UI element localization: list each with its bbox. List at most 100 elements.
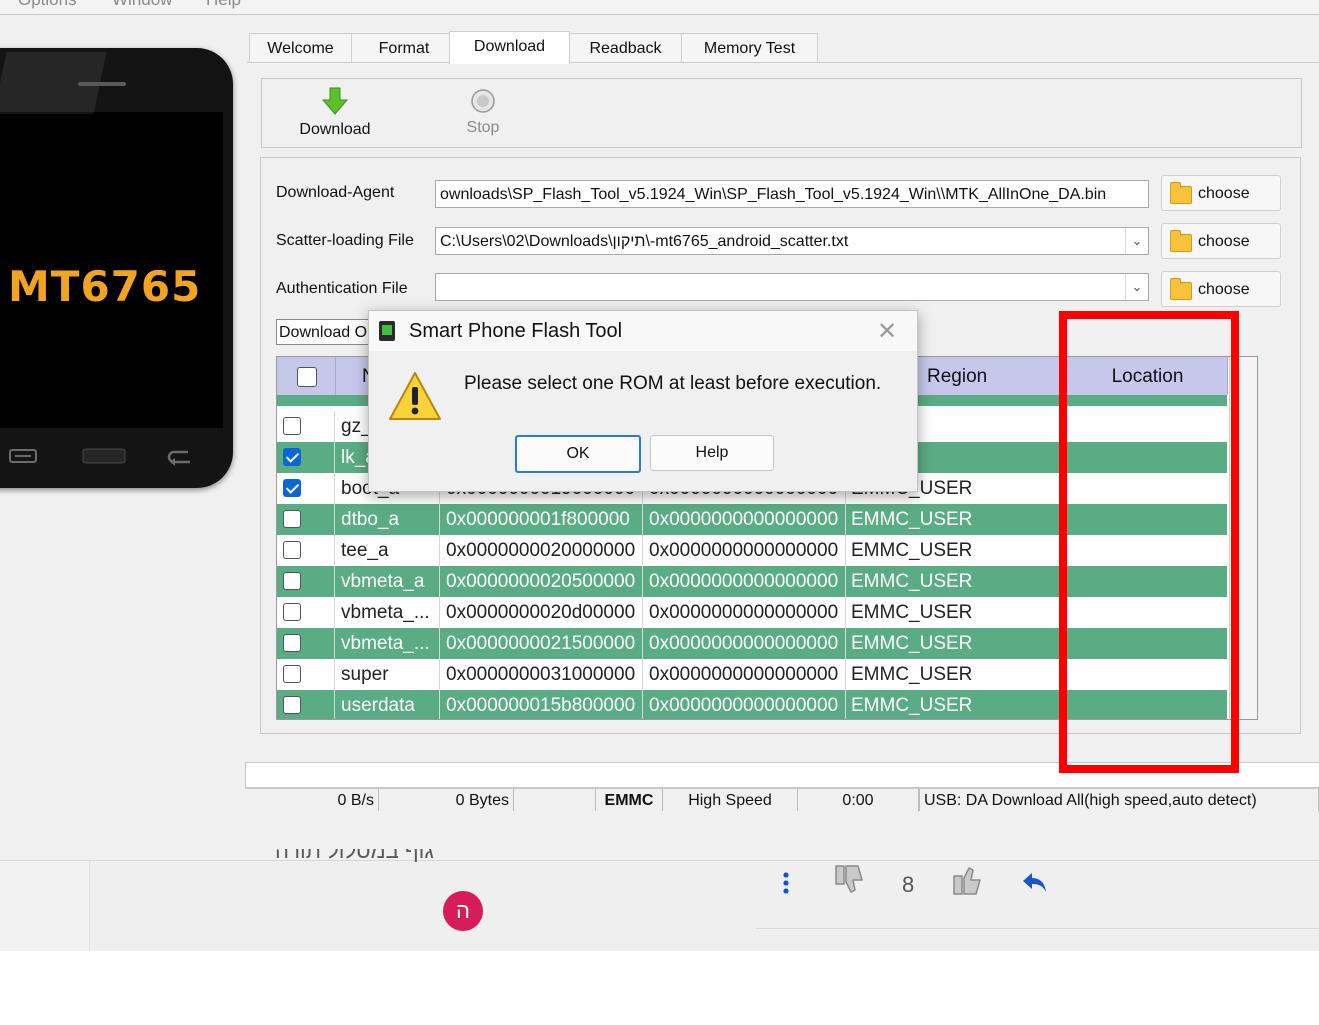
phone-speaker [78, 82, 126, 86]
header-select-all[interactable] [277, 357, 336, 395]
choose-label: choose [1198, 233, 1250, 250]
row-checkbox[interactable] [283, 603, 301, 621]
help-button[interactable]: Help [650, 435, 774, 471]
row-checkbox[interactable] [283, 448, 301, 466]
row-select-cell[interactable] [277, 690, 335, 719]
cell-begin: 0x0000000020000000 [441, 535, 643, 566]
download-agent-field[interactable]: ownloads\SP_Flash_Tool_v5.1924_Win\SP_Fl… [435, 180, 1149, 208]
status-bytes: 0 Bytes [380, 789, 514, 811]
stop-button-label: Stop [466, 119, 500, 136]
status-spacer [515, 789, 596, 811]
scatter-file-label: Scatter-loading File [276, 232, 414, 249]
tab-welcome[interactable]: Welcome [249, 33, 352, 63]
avatar[interactable]: ה [443, 891, 483, 931]
stop-button[interactable]: Stop [448, 88, 518, 142]
cell-name: tee_a [336, 535, 440, 566]
status-mode: High Speed [663, 789, 798, 811]
cell-end: 0x0000000000000000 [644, 535, 846, 566]
more-options-icon[interactable] [778, 870, 794, 898]
forum-sidebar [0, 861, 90, 951]
forum-post-title: גוף במסלול תורה [275, 849, 434, 863]
reply-icon[interactable] [1020, 870, 1050, 896]
cell-name: super [336, 659, 440, 690]
select-all-checkbox[interactable] [297, 367, 317, 387]
dialog-title: Smart Phone Flash Tool [409, 320, 623, 342]
cell-region: EMMC_USER [847, 659, 1067, 690]
folder-icon [1170, 230, 1192, 252]
status-storage: EMMC [596, 789, 663, 811]
choose-label: choose [1198, 281, 1250, 298]
cell-region: EMMC_USER [847, 504, 1067, 535]
row-select-cell[interactable] [277, 628, 335, 659]
stop-icon [471, 89, 495, 113]
status-time: 0:00 [798, 789, 919, 811]
download-button-label: Download [299, 121, 371, 138]
tab-readback[interactable]: Readback [569, 33, 682, 63]
row-select-cell[interactable] [277, 473, 335, 504]
download-button[interactable]: Download [290, 86, 380, 142]
row-checkbox[interactable] [283, 479, 301, 497]
choose-scatter-button[interactable]: choose [1161, 223, 1281, 259]
toolbar [261, 78, 1302, 148]
menu-window[interactable]: Window [112, 0, 172, 10]
row-checkbox[interactable] [283, 510, 301, 528]
cell-begin: 0x0000000021500000 [441, 628, 643, 659]
dialog-message: Please select one ROM at least before ex… [464, 373, 882, 394]
auth-file-combo[interactable]: ⌄ [435, 273, 1149, 301]
cell-begin: 0x0000000031000000 [441, 659, 643, 690]
row-checkbox[interactable] [283, 634, 301, 652]
row-checkbox[interactable] [283, 696, 301, 714]
cell-end: 0x0000000000000000 [644, 690, 846, 719]
scatter-file-combo[interactable]: C:\Users\02\Downloads\תיקון\-mt6765_andr… [435, 227, 1149, 255]
row-select-cell[interactable] [277, 411, 335, 442]
cell-name: userdata [336, 690, 440, 719]
row-select-cell[interactable] [277, 442, 335, 473]
thumbs-down-icon[interactable] [832, 862, 866, 898]
cell-region: EMMC_USER [847, 566, 1067, 597]
row-checkbox[interactable] [283, 541, 301, 559]
status-speed: 0 B/s [245, 789, 379, 811]
status-bar: 0 B/s 0 Bytes EMMC High Speed 0:00 USB: … [245, 788, 1319, 811]
back-key-icon [167, 450, 190, 466]
row-select-cell[interactable] [277, 597, 335, 628]
cell-end: 0x0000000000000000 [644, 597, 846, 628]
thumbs-up-icon[interactable] [950, 862, 984, 898]
cell-region: EMMC_USER [847, 628, 1067, 659]
cell-begin: 0x000000015b800000 [441, 690, 643, 719]
menu-help[interactable]: Help [206, 0, 241, 10]
cell-end: 0x0000000000000000 [644, 566, 846, 597]
chip-label: MT6765 [8, 262, 202, 311]
highlight-rectangle [1059, 311, 1239, 773]
cell-begin: 0x0000000020500000 [441, 566, 643, 597]
folder-icon [1170, 182, 1192, 204]
chevron-down-icon[interactable]: ⌄ [1125, 228, 1148, 254]
close-icon[interactable]: ✕ [877, 317, 897, 346]
forum-post-footer [0, 861, 1319, 951]
row-checkbox[interactable] [283, 665, 301, 683]
folder-icon [1170, 278, 1192, 300]
tab-download[interactable]: Download [449, 31, 570, 64]
menu-key-icon [9, 449, 37, 463]
cell-end: 0x0000000000000000 [644, 504, 846, 535]
cell-name: vbmeta_... [336, 597, 440, 628]
menu-options[interactable]: Options [18, 0, 77, 10]
download-arrow-icon [321, 87, 349, 115]
warning-icon [389, 372, 441, 420]
scatter-file-value: C:\Users\02\Downloads\תיקון\-mt6765_andr… [440, 233, 849, 250]
download-mode-select[interactable]: Download Only [276, 319, 372, 345]
cell-name: dtbo_a [336, 504, 440, 535]
row-select-cell[interactable] [277, 566, 335, 597]
row-checkbox[interactable] [283, 572, 301, 590]
ok-button[interactable]: OK [515, 435, 641, 473]
choose-auth-button[interactable]: choose [1161, 271, 1281, 307]
row-select-cell[interactable] [277, 504, 335, 535]
tab-memory-test[interactable]: Memory Test [681, 33, 818, 63]
row-select-cell[interactable] [277, 535, 335, 566]
row-checkbox[interactable] [283, 417, 301, 435]
tab-format[interactable]: Format [351, 33, 457, 63]
choose-download-agent-button[interactable]: choose [1161, 175, 1281, 211]
download-agent-label: Download-Agent [276, 184, 395, 201]
chevron-down-icon[interactable]: ⌄ [1125, 274, 1148, 300]
like-count: 8 [902, 872, 915, 897]
row-select-cell[interactable] [277, 659, 335, 690]
